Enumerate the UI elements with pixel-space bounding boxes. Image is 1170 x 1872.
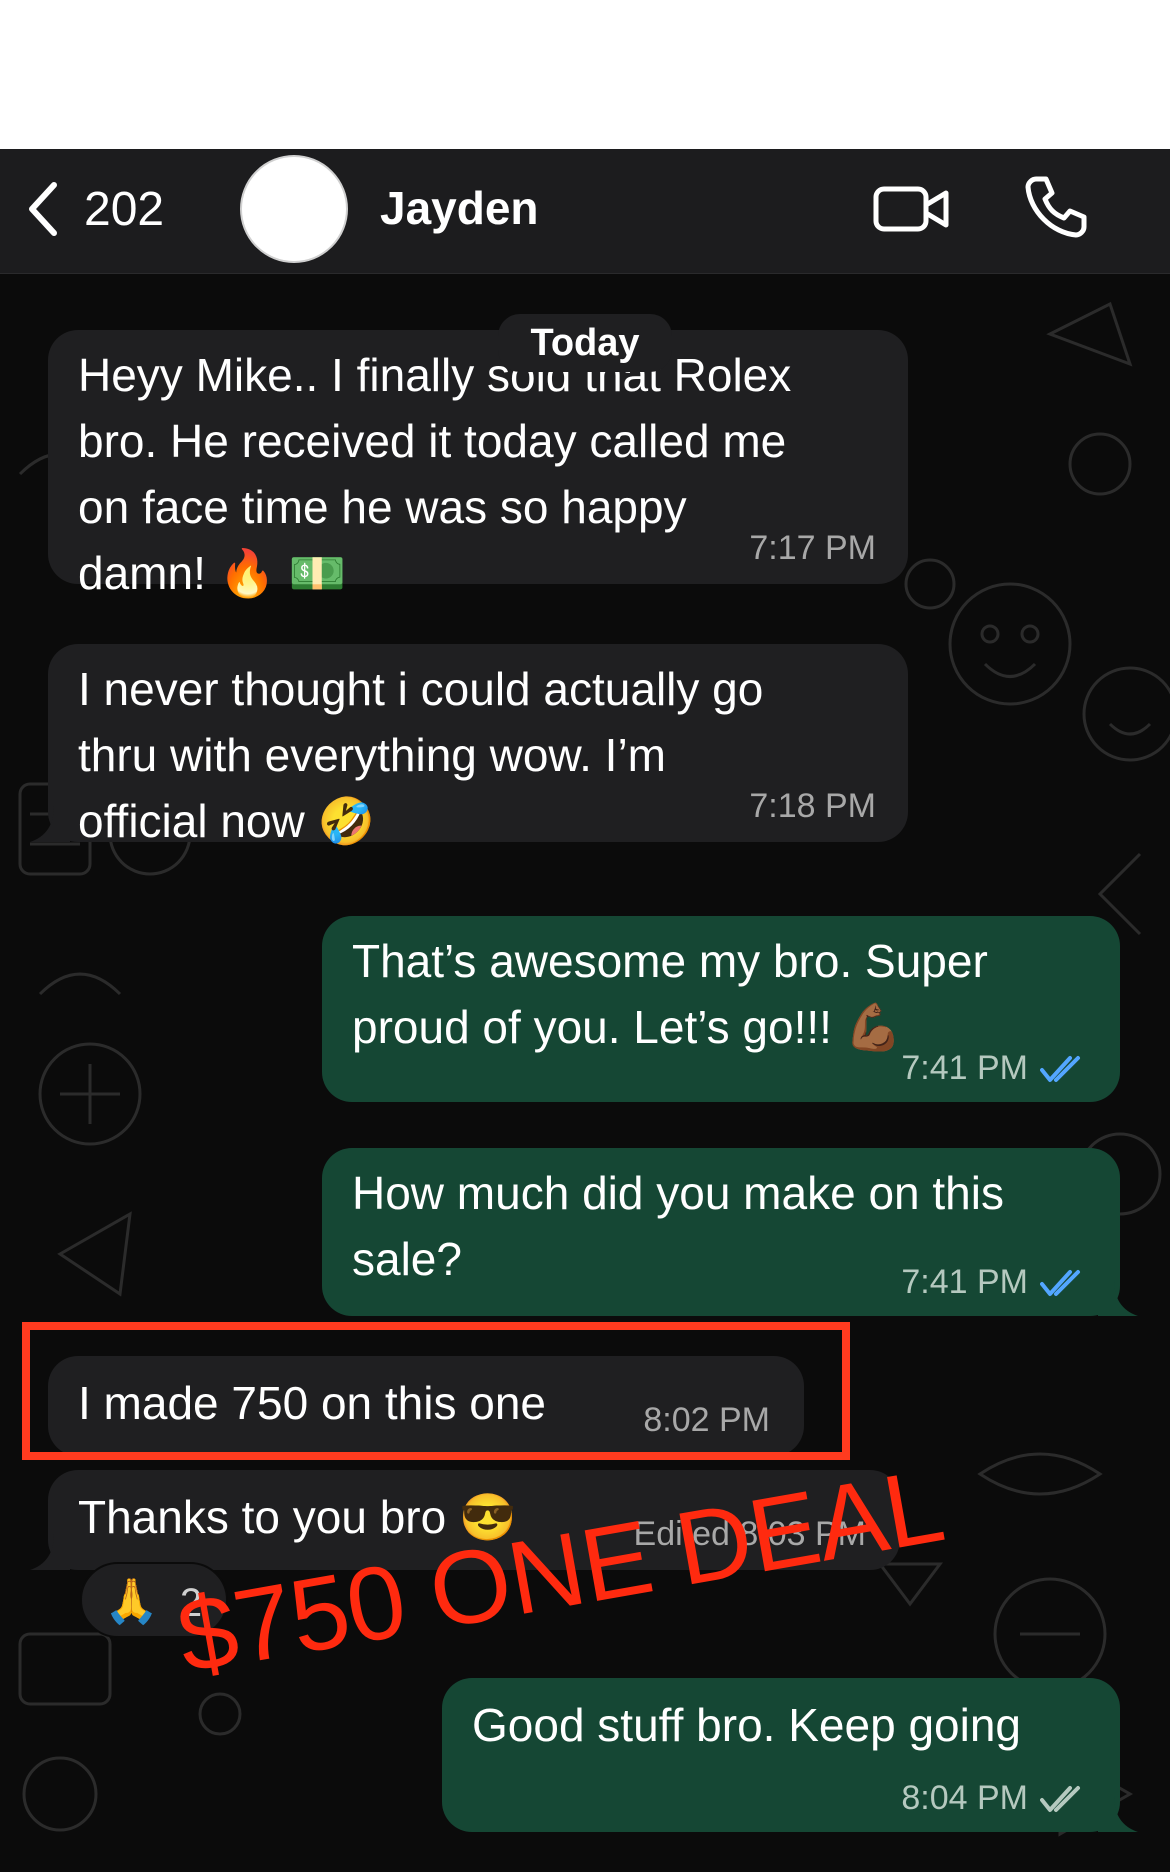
message-bubble[interactable]: Good stuff bro. Keep going 8:04 PM — [442, 1678, 1138, 1832]
message-text: Good stuff bro. Keep going — [472, 1699, 1021, 1751]
delivered-receipt-icon — [1040, 1786, 1080, 1812]
message-time: 7:41 PM — [901, 1049, 1028, 1087]
message-text: That’s awesome my bro. Super proud of yo… — [352, 935, 988, 1053]
message-time: 7:18 PM — [749, 787, 876, 825]
contact-name[interactable]: Jayden — [380, 181, 539, 235]
highlight-box — [22, 1322, 850, 1460]
bubble-tail — [1098, 1280, 1138, 1316]
message-time: 7:17 PM — [749, 529, 876, 567]
status-bar-area — [0, 0, 1170, 149]
message-bubble[interactable]: That’s awesome my bro. Super proud of yo… — [322, 916, 1120, 1102]
chevron-left-icon — [29, 182, 57, 236]
chat-header: 202 Jayden — [0, 149, 1170, 274]
bubble-tail — [30, 1534, 70, 1570]
bubble-tail — [30, 806, 70, 842]
phone-call-icon[interactable] — [1022, 173, 1088, 239]
message-time: 7:41 PM — [901, 1263, 1028, 1301]
message-bubble[interactable]: How much did you make on this sale? 7:41… — [322, 1148, 1138, 1316]
message-bubble[interactable]: I never thought i could actually go thru… — [30, 644, 908, 847]
praying-hands-icon: 🙏 — [104, 1577, 159, 1626]
avatar[interactable] — [240, 155, 348, 263]
message-bubble[interactable]: Heyy Mike.. I finally sold that Rolex br… — [48, 330, 908, 599]
read-receipt-icon — [1040, 1270, 1080, 1296]
chat-area[interactable]: Heyy Mike.. I finally sold that Rolex br… — [0, 274, 1170, 1872]
read-receipt-icon — [1040, 1056, 1080, 1082]
unread-count: 202 — [84, 182, 165, 236]
video-call-icon[interactable] — [872, 179, 952, 239]
message-time: 8:04 PM — [901, 1779, 1028, 1817]
date-separator: Today — [498, 314, 672, 372]
bubble-tail — [1098, 1796, 1138, 1832]
back-button[interactable]: 202 — [24, 177, 164, 241]
